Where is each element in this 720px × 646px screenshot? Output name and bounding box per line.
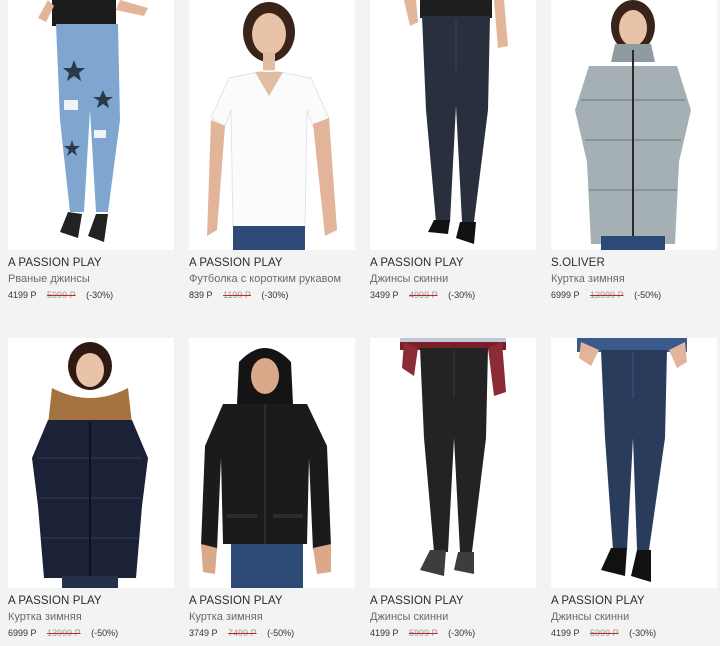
old-price: 5999 Р <box>590 628 619 638</box>
product-image[interactable] <box>189 338 355 588</box>
current-price: 839 Р <box>189 290 213 300</box>
blue-skinny-jeans-model-photo <box>577 338 687 582</box>
product-brand[interactable]: A PASSION PLAY <box>370 257 464 269</box>
product-image[interactable] <box>370 338 536 588</box>
black-hooded-jacket-model-photo <box>201 348 331 588</box>
discount-badge: (-50%) <box>91 628 119 638</box>
product-prices: 6999 Р 13999 Р (-50%) <box>8 628 126 638</box>
product-title[interactable]: Джинсы скинни <box>551 611 629 623</box>
discount-badge: (-30%) <box>448 628 476 638</box>
old-price: 4999 Р <box>409 290 438 300</box>
discount-badge: (-50%) <box>634 290 662 300</box>
old-price: 5999 Р <box>47 290 76 300</box>
current-price: 6999 Р <box>551 290 580 300</box>
discount-badge: (-30%) <box>629 628 657 638</box>
product-image[interactable] <box>8 338 174 588</box>
silver-puffer-coat-model-photo <box>575 0 691 250</box>
navy-fur-hood-coat-model-photo <box>32 342 148 588</box>
product-title[interactable]: Куртка зимняя <box>551 273 625 285</box>
product-card[interactable]: A PASSION PLAY Куртка зимняя 6999 Р 1399… <box>8 338 174 643</box>
product-brand[interactable]: A PASSION PLAY <box>189 595 283 607</box>
product-image[interactable] <box>551 0 717 250</box>
old-price: 13999 Р <box>47 628 81 638</box>
product-card[interactable]: A PASSION PLAY Футболка с коротким рукав… <box>189 0 355 305</box>
product-card[interactable]: A PASSION PLAY Джинсы скинни 4199 Р 5999… <box>551 338 717 643</box>
product-title[interactable]: Куртка зимняя <box>189 611 263 623</box>
product-card[interactable]: A PASSION PLAY Джинсы скинни 3499 Р 4999… <box>370 0 536 305</box>
discount-badge: (-50%) <box>267 628 295 638</box>
product-card[interactable]: A PASSION PLAY Рваные джинсы 4199 Р 5999… <box>8 0 174 305</box>
product-title[interactable]: Рваные джинсы <box>8 273 90 285</box>
product-image[interactable] <box>8 0 174 250</box>
discount-badge: (-30%) <box>86 290 114 300</box>
old-price: 13999 Р <box>590 290 624 300</box>
product-prices: 4199 Р 5999 Р (-30%) <box>370 628 483 638</box>
dark-skinny-jeans-model-photo <box>404 0 508 244</box>
product-brand[interactable]: A PASSION PLAY <box>8 257 102 269</box>
old-price: 5999 Р <box>409 628 438 638</box>
current-price: 4199 Р <box>551 628 580 638</box>
current-price: 3499 Р <box>370 290 399 300</box>
product-image[interactable] <box>189 0 355 250</box>
product-brand[interactable]: A PASSION PLAY <box>8 595 102 607</box>
product-prices: 4199 Р 5999 Р (-30%) <box>8 290 121 300</box>
product-brand[interactable]: A PASSION PLAY <box>189 257 283 269</box>
product-card[interactable]: A PASSION PLAY Джинсы скинни 4199 Р 5999… <box>370 338 536 643</box>
product-card[interactable]: S.OLIVER Куртка зимняя 6999 Р 13999 Р (-… <box>551 0 717 305</box>
product-prices: 3499 Р 4999 Р (-30%) <box>370 290 483 300</box>
product-brand[interactable]: A PASSION PLAY <box>551 595 645 607</box>
old-price: 1199 Р <box>223 290 251 300</box>
current-price: 6999 Р <box>8 628 37 638</box>
product-brand[interactable]: A PASSION PLAY <box>370 595 464 607</box>
product-title[interactable]: Футболка с коротким рукавом <box>189 273 341 285</box>
product-image[interactable] <box>551 338 717 588</box>
product-image[interactable] <box>370 0 536 250</box>
current-price: 3749 Р <box>189 628 218 638</box>
product-prices: 4199 Р 5999 Р (-30%) <box>551 628 664 638</box>
product-prices: 6999 Р 13999 Р (-50%) <box>551 290 669 300</box>
product-brand[interactable]: S.OLIVER <box>551 257 605 269</box>
product-prices: 839 Р 1199 Р (-30%) <box>189 290 296 300</box>
product-title[interactable]: Джинсы скинни <box>370 611 448 623</box>
old-price: 7499 Р <box>228 628 257 638</box>
white-tshirt-model-photo <box>207 2 337 250</box>
product-prices: 3749 Р 7499 Р (-50%) <box>189 628 302 638</box>
current-price: 4199 Р <box>8 290 37 300</box>
discount-badge: (-30%) <box>448 290 476 300</box>
black-skinny-jeans-model-photo <box>400 338 506 576</box>
product-title[interactable]: Куртка зимняя <box>8 611 82 623</box>
current-price: 4199 Р <box>370 628 399 638</box>
ripped-jeans-model-photo <box>38 0 148 242</box>
discount-badge: (-30%) <box>261 290 289 300</box>
product-card[interactable]: A PASSION PLAY Куртка зимняя 3749 Р 7499… <box>189 338 355 643</box>
product-grid: A PASSION PLAY Рваные джинсы 4199 Р 5999… <box>0 0 720 646</box>
product-title[interactable]: Джинсы скинни <box>370 273 448 285</box>
